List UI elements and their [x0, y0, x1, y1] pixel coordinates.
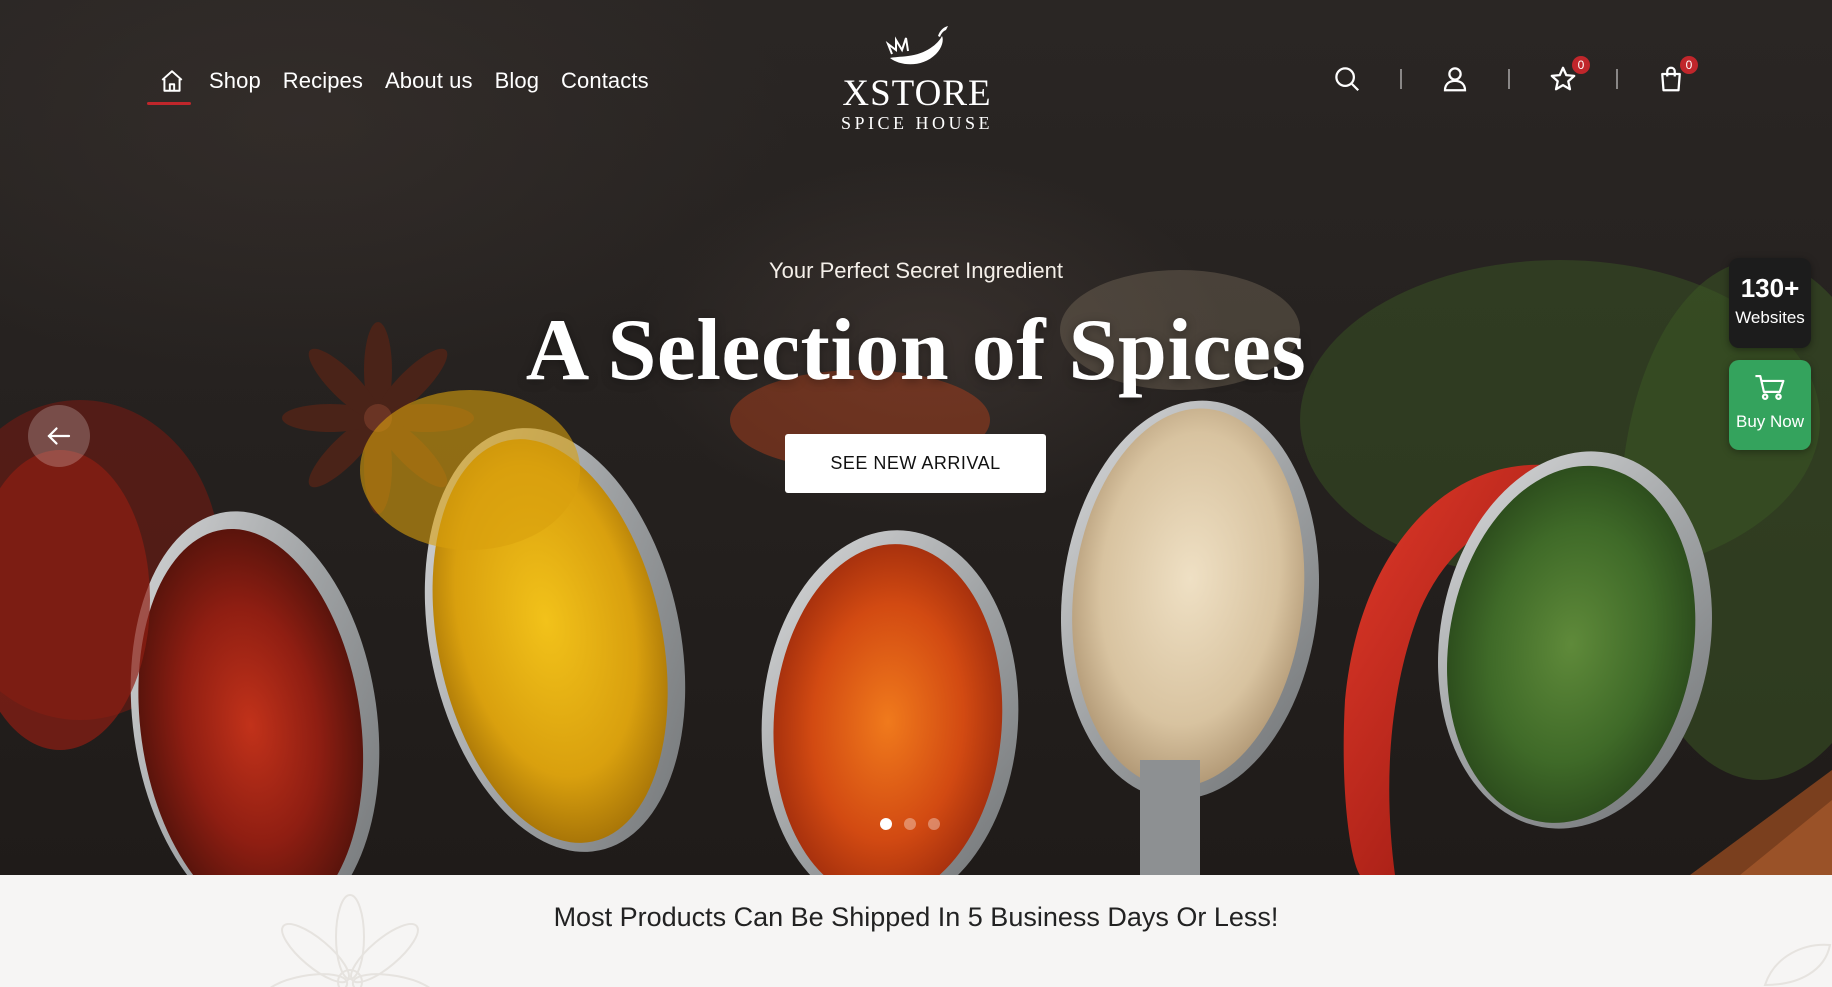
- cart-count-badge: 0: [1680, 56, 1698, 74]
- search-button[interactable]: [1330, 62, 1364, 96]
- divider: [1400, 69, 1402, 89]
- account-button[interactable]: [1438, 62, 1472, 96]
- chili-logo-icon: [885, 26, 948, 65]
- shipping-notice-bar: Most Products Can Be Shipped In 5 Busine…: [0, 875, 1832, 987]
- main-navigation: Shop Recipes About us Blog Contacts: [147, 66, 649, 105]
- header-tools: 0 0: [1330, 56, 1698, 96]
- wishlist-button[interactable]: 0: [1546, 56, 1590, 96]
- divider: [1616, 69, 1618, 89]
- slider-pagination: [880, 818, 940, 830]
- arrow-left-icon: [47, 427, 71, 445]
- nav-item-about-us[interactable]: About us: [385, 68, 473, 94]
- hero-banner: Shop Recipes About us Blog Contacts XSTO…: [0, 0, 1832, 875]
- user-icon: [1443, 67, 1467, 92]
- nav-item-recipes[interactable]: Recipes: [283, 68, 363, 94]
- see-new-arrival-button[interactable]: SEE NEW ARRIVAL: [785, 434, 1046, 493]
- hero-tagline: Your Perfect Secret Ingredient: [769, 258, 1063, 283]
- buy-now-button[interactable]: Buy Now: [1729, 360, 1811, 450]
- search-icon: [1335, 67, 1360, 92]
- websites-count: 130+: [1740, 273, 1800, 303]
- cart-icon: [1755, 374, 1785, 400]
- nav-item-contacts[interactable]: Contacts: [561, 68, 649, 94]
- home-icon: [161, 70, 183, 92]
- websites-label: Websites: [1735, 308, 1805, 327]
- nav-item-shop[interactable]: Shop: [209, 68, 261, 94]
- websites-count-widget[interactable]: 130+ Websites: [1729, 258, 1811, 348]
- shipping-notice-text: Most Products Can Be Shipped In 5 Busine…: [553, 902, 1279, 932]
- logo-subtitle: SPICE HOUSE: [840, 113, 994, 133]
- buy-now-label: Buy Now: [1735, 412, 1805, 431]
- wishlist-count-badge: 0: [1572, 56, 1590, 74]
- slider-prev-button[interactable]: [28, 405, 90, 467]
- slider-dot-2[interactable]: [904, 818, 916, 830]
- home-link[interactable]: [147, 66, 191, 105]
- divider: [1508, 69, 1510, 89]
- hero-headline: A Selection of Spices: [525, 302, 1307, 399]
- slider-dot-3[interactable]: [928, 818, 940, 830]
- leaf-decoration-icon: [1763, 943, 1832, 987]
- logo-name: XSTORE: [842, 73, 992, 114]
- site-logo[interactable]: XSTORE SPICE HOUSE: [830, 24, 1004, 134]
- cart-button[interactable]: 0: [1654, 56, 1698, 96]
- slider-dot-1[interactable]: [880, 818, 892, 830]
- nav-item-blog[interactable]: Blog: [495, 68, 539, 94]
